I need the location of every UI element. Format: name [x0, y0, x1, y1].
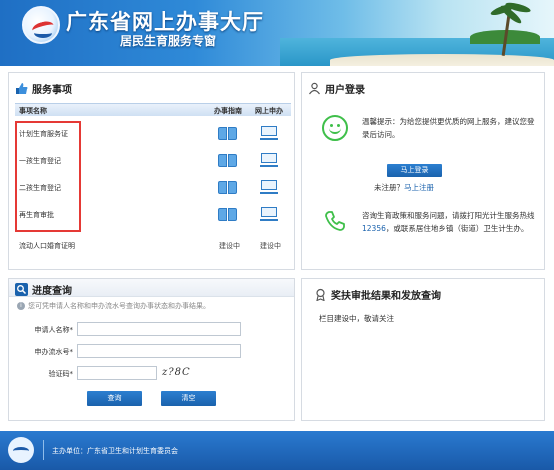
clear-button[interactable]: 清空 — [161, 391, 216, 406]
book-icon[interactable] — [218, 126, 238, 141]
hotline-after: ，或联系居住地乡镇（街道）卫生计生办。 — [385, 224, 529, 233]
serial-label: 申办流水号* — [34, 348, 74, 356]
book-icon[interactable] — [218, 153, 238, 168]
site-subtitle: 居民生育服务专窗 — [120, 34, 217, 48]
services-title: 服务事项 — [15, 80, 72, 96]
approval-title-text: 奖扶审批结果和发放查询 — [331, 290, 441, 302]
approval-title: 奖扶审批结果和发放查询 — [314, 286, 441, 302]
progress-hint: i 您可凭申请人名称和申办流水号查询办事状态和办事结果。 — [17, 301, 210, 311]
captcha-label: 验证码* — [48, 370, 74, 378]
service-name: 流动人口婚育证明 — [19, 242, 75, 250]
site-footer: 主办单位：广东省卫生和计划生育委员会 — [0, 431, 554, 470]
hotline-text: 咨询生育政策和服务问题，请拨打阳光计生服务热线 12356，或联系居住地乡镇（街… — [362, 209, 540, 235]
footer-divider — [43, 440, 44, 460]
site-header: 广东省网上办事大厅 居民生育服务专窗 — [0, 0, 554, 66]
captcha-image[interactable]: z?8C — [162, 367, 191, 378]
progress-panel: 进度查询 i 您可凭申请人名称和申办流水号查询办事状态和办事结果。 申请人名称*… — [8, 278, 295, 421]
captcha-input[interactable] — [77, 366, 157, 380]
approval-panel: 奖扶审批结果和发放查询 栏目建设中，敬请关注 — [301, 278, 545, 421]
guide-status: 建设中 — [219, 242, 240, 250]
table-row: 流动人口婚育证明 建设中 建设中 — [17, 235, 291, 261]
col-header-name: 事项名称 — [19, 107, 47, 115]
progress-title-text: 进度查询 — [32, 285, 72, 297]
serial-number-input[interactable] — [77, 344, 241, 358]
approval-status-text: 栏目建设中，敬请关注 — [319, 314, 394, 323]
beach-decoration — [330, 54, 554, 66]
login-button[interactable]: 马上登录 — [387, 164, 442, 177]
phone-icon — [324, 210, 346, 232]
login-tip: 温馨提示：为给您提供更优质的网上服务，建议您登录后访问。 — [362, 117, 535, 139]
site-logo[interactable] — [22, 6, 60, 44]
book-icon[interactable] — [218, 180, 238, 195]
hotline-before: 咨询生育政策和服务问题，请拨打阳光计生服务热线 — [362, 211, 535, 220]
online-status: 建设中 — [260, 242, 281, 250]
info-icon: i — [17, 302, 25, 310]
col-header-guide: 办事指南 — [214, 107, 242, 115]
footer-logo — [8, 437, 34, 463]
computer-icon[interactable] — [260, 180, 278, 195]
search-icon — [15, 282, 28, 296]
footer-organizer: 主办单位：广东省卫生和计划生育委员会 — [52, 447, 178, 455]
login-title-text: 用户登录 — [325, 84, 365, 96]
applicant-name-input[interactable] — [77, 322, 241, 336]
login-panel: 用户登录 温馨提示：为给您提供更优质的网上服务，建议您登录后访问。 马上登录 未… — [301, 72, 545, 270]
award-icon — [314, 288, 327, 301]
col-header-online: 网上申办 — [255, 107, 283, 115]
applicant-label: 申请人名称* — [34, 326, 74, 334]
book-icon[interactable] — [218, 207, 238, 222]
login-title: 用户登录 — [308, 80, 365, 96]
services-table-header: 事项名称 办事指南 网上申办 — [15, 103, 291, 116]
services-panel: 服务事项 事项名称 办事指南 网上申办 计划生育服务证 一孩生育登记 二孩生育登… — [8, 72, 295, 270]
query-button[interactable]: 查询 — [87, 391, 142, 406]
user-icon — [308, 82, 321, 95]
smile-icon — [322, 115, 348, 141]
services-title-text: 服务事项 — [32, 84, 72, 96]
progress-title: 进度查询 — [15, 281, 72, 297]
hotline-number: 12356 — [362, 224, 386, 233]
thumbs-up-icon — [15, 82, 28, 95]
register-link[interactable]: 马上注册 — [404, 183, 434, 192]
highlight-box — [15, 121, 81, 232]
not-registered-text: 未注册？ — [374, 183, 404, 192]
progress-hint-text: 您可凭申请人名称和申办流水号查询办事状态和办事结果。 — [28, 302, 210, 310]
computer-icon[interactable] — [260, 153, 278, 168]
register-line: 未注册？马上注册 — [374, 182, 434, 193]
computer-icon[interactable] — [260, 207, 278, 222]
computer-icon[interactable] — [260, 126, 278, 141]
